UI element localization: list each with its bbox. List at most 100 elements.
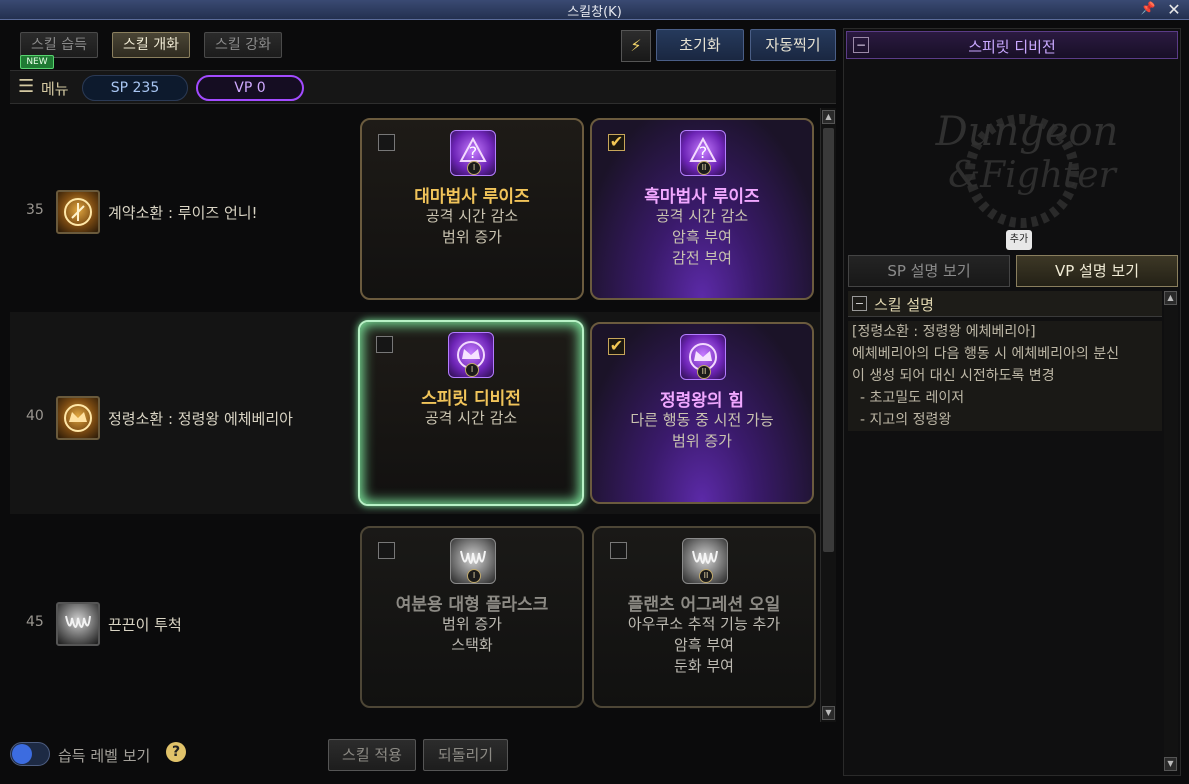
scroll-up-icon[interactable]: ▲ — [1164, 291, 1177, 305]
card-effect: 다른 행동 중 시전 가능 — [630, 411, 774, 429]
description-line: - 초고밀도 레이저 — [860, 390, 965, 406]
detail-panel: − 스피릿 디비전 Dungeon &Fighter 추가 SP 설명 보기 V… — [843, 28, 1181, 776]
card-effects: 아우쿠소 추적 기능 추가 암흑 부여 둔화 부여 — [594, 614, 814, 677]
bloom-card-selected[interactable]: I 스피릿 디비전 공격 시간 감소 — [358, 320, 584, 506]
toggle-label: 습득 레벨 보기 — [58, 747, 151, 765]
card-effect: 감전 부여 — [672, 249, 732, 267]
collapse-icon[interactable]: − — [852, 296, 867, 311]
summon-rune-icon: ? I — [450, 130, 496, 176]
description-line: 이 생성 되어 대신 시전하도록 변경 — [852, 368, 1055, 384]
scroll-thumb[interactable] — [823, 128, 834, 552]
select-checkbox[interactable] — [610, 542, 627, 559]
sticky-throw-icon — [56, 602, 100, 646]
hamburger-icon[interactable]: ☰ — [18, 78, 36, 97]
card-title: 흑마법사 루이즈 — [644, 187, 760, 207]
svg-text:?: ? — [699, 143, 708, 162]
crown-rune-icon: I — [448, 332, 494, 378]
card-effect: 범위 증가 — [442, 615, 502, 633]
bloom-card[interactable]: ? I 대마법사 루이즈 공격 시간 감소 범위 증가 — [360, 118, 584, 300]
skill-list-scrollbar[interactable]: ▲ ▼ — [820, 108, 836, 722]
card-effect: 둔화 부여 — [674, 657, 734, 675]
toggle-knob — [12, 744, 32, 764]
lightning-icon[interactable]: ⚡ — [621, 30, 651, 62]
skill-row: 35 계약소환 : 루이즈 언니! ? I 대마법사 루이즈 공격 시간 감소 … — [10, 106, 820, 308]
tier-badge: I — [467, 161, 481, 175]
spirit-king-icon — [56, 396, 100, 440]
card-title: 정령왕의 힘 — [659, 391, 745, 411]
tier-badge: II — [697, 161, 711, 175]
bloom-card[interactable]: I 여분용 대형 플라스크 범위 증가 스택화 — [360, 526, 584, 708]
select-checkbox[interactable] — [376, 336, 393, 353]
vp-description-tab[interactable]: VP 설명 보기 — [1016, 255, 1178, 287]
svg-text:?: ? — [469, 143, 478, 162]
tier-badge: I — [465, 363, 479, 377]
card-effect: 범위 증가 — [672, 432, 732, 450]
skill-name: 정령소환 : 정령왕 에체베리아 — [108, 410, 293, 428]
menu-label[interactable]: 메뉴 — [41, 78, 69, 99]
sp-counter: SP 235 — [82, 75, 188, 101]
skill-level: 35 — [26, 202, 44, 218]
window-title: 스킬창(K) — [567, 5, 622, 20]
card-title: 플랜츠 어그레션 오일 — [627, 595, 781, 615]
card-effect: 암흑 부여 — [674, 636, 734, 654]
skill-level: 40 — [26, 408, 44, 424]
select-checkbox[interactable] — [378, 134, 395, 151]
card-effect: 아우쿠소 추적 기능 추가 — [627, 615, 781, 633]
description-line: [정령소환 : 정령왕 에체베리아] — [852, 324, 1036, 340]
svg-text:&Fighter: &Fighter — [948, 155, 1118, 196]
select-checkbox[interactable] — [378, 542, 395, 559]
card-effect: 공격 시간 감소 — [655, 207, 749, 225]
new-badge: NEW — [20, 55, 54, 69]
bloom-card[interactable]: ✔ II 정령왕의 힘 다른 행동 중 시전 가능 범위 증가 — [590, 322, 814, 504]
select-checkbox[interactable]: ✔ — [608, 134, 625, 151]
scroll-down-icon[interactable]: ▼ — [822, 706, 835, 720]
detail-header: − 스피릿 디비전 — [846, 31, 1178, 59]
tab-skill-bloom[interactable]: 스킬 개화 — [112, 32, 190, 58]
card-effect: 공격 시간 감소 — [424, 409, 518, 427]
card-effect: 범위 증가 — [442, 228, 502, 246]
description-line: 에체베리아의 다음 행동 시 에체베리아의 분신 — [852, 346, 1119, 362]
skill-row: 45 끈끈이 투척 I 여분용 대형 플라스크 범위 증가 스택화 II 플랜츠… — [10, 518, 820, 720]
select-checkbox[interactable]: ✔ — [608, 338, 625, 355]
skill-row: 40 정령소환 : 정령왕 에체베리아 I 스피릿 디비전 공격 시간 감소 ✔… — [10, 312, 820, 514]
vp-counter: VP 0 — [196, 75, 304, 101]
game-logo: Dungeon &Fighter — [935, 109, 1118, 228]
card-title: 여분용 대형 플라스크 — [395, 595, 549, 615]
description-line: - 지고의 정령왕 — [860, 412, 952, 428]
help-icon[interactable]: ? — [166, 742, 186, 762]
crown-rune-icon: II — [680, 334, 726, 380]
contract-summon-icon — [56, 190, 100, 234]
sp-description-tab[interactable]: SP 설명 보기 — [848, 255, 1010, 287]
reset-button[interactable]: 초기화 — [656, 29, 744, 61]
tier-badge: II — [699, 569, 713, 583]
card-effect: 암흑 부여 — [672, 228, 732, 246]
pin-icon[interactable]: 📌 — [1139, 1, 1157, 18]
card-effects: 공격 시간 감소 — [360, 408, 582, 429]
description-body: [정령소환 : 정령왕 에체베리아] 에체베리아의 다음 행동 시 에체베리아의… — [848, 321, 1162, 431]
menu-bar: ☰ 메뉴 SP 235 VP 0 — [10, 70, 836, 104]
description-label: 스킬 설명 — [874, 296, 934, 314]
apply-skill-button[interactable]: 스킬 적용 — [328, 739, 416, 771]
slime-rune-icon: I — [450, 538, 496, 584]
summon-rune-icon: ? II — [680, 130, 726, 176]
auto-assign-button[interactable]: 자동찍기 — [750, 29, 836, 61]
scroll-up-icon[interactable]: ▲ — [822, 110, 835, 124]
card-effects: 다른 행동 중 시전 가능 범위 증가 — [592, 410, 812, 452]
add-tooltip[interactable]: 추가 — [1006, 230, 1032, 250]
skill-name: 끈끈이 투척 — [108, 616, 182, 634]
bloom-card[interactable]: ✔ ? II 흑마법사 루이즈 공격 시간 감소 암흑 부여 감전 부여 — [590, 118, 814, 300]
card-effects: 공격 시간 감소 암흑 부여 감전 부여 — [592, 206, 812, 269]
description-scrollbar[interactable]: ▲ ▼ — [1164, 291, 1178, 771]
card-title: 대마법사 루이즈 — [414, 187, 530, 207]
tier-badge: II — [697, 365, 711, 379]
tab-skill-enhance[interactable]: 스킬 강화 — [204, 32, 282, 58]
skill-name: 계약소환 : 루이즈 언니! — [108, 204, 258, 222]
card-effects: 범위 증가 스택화 — [362, 614, 582, 656]
revert-button[interactable]: 되돌리기 — [423, 739, 508, 771]
close-icon[interactable]: ✕ — [1165, 0, 1183, 19]
scroll-down-icon[interactable]: ▼ — [1164, 757, 1177, 771]
tier-badge: I — [467, 569, 481, 583]
bloom-card[interactable]: II 플랜츠 어그레션 오일 아우쿠소 추적 기능 추가 암흑 부여 둔화 부여 — [592, 526, 816, 708]
learn-level-toggle[interactable] — [10, 742, 50, 766]
card-effects: 공격 시간 감소 범위 증가 — [362, 206, 582, 248]
